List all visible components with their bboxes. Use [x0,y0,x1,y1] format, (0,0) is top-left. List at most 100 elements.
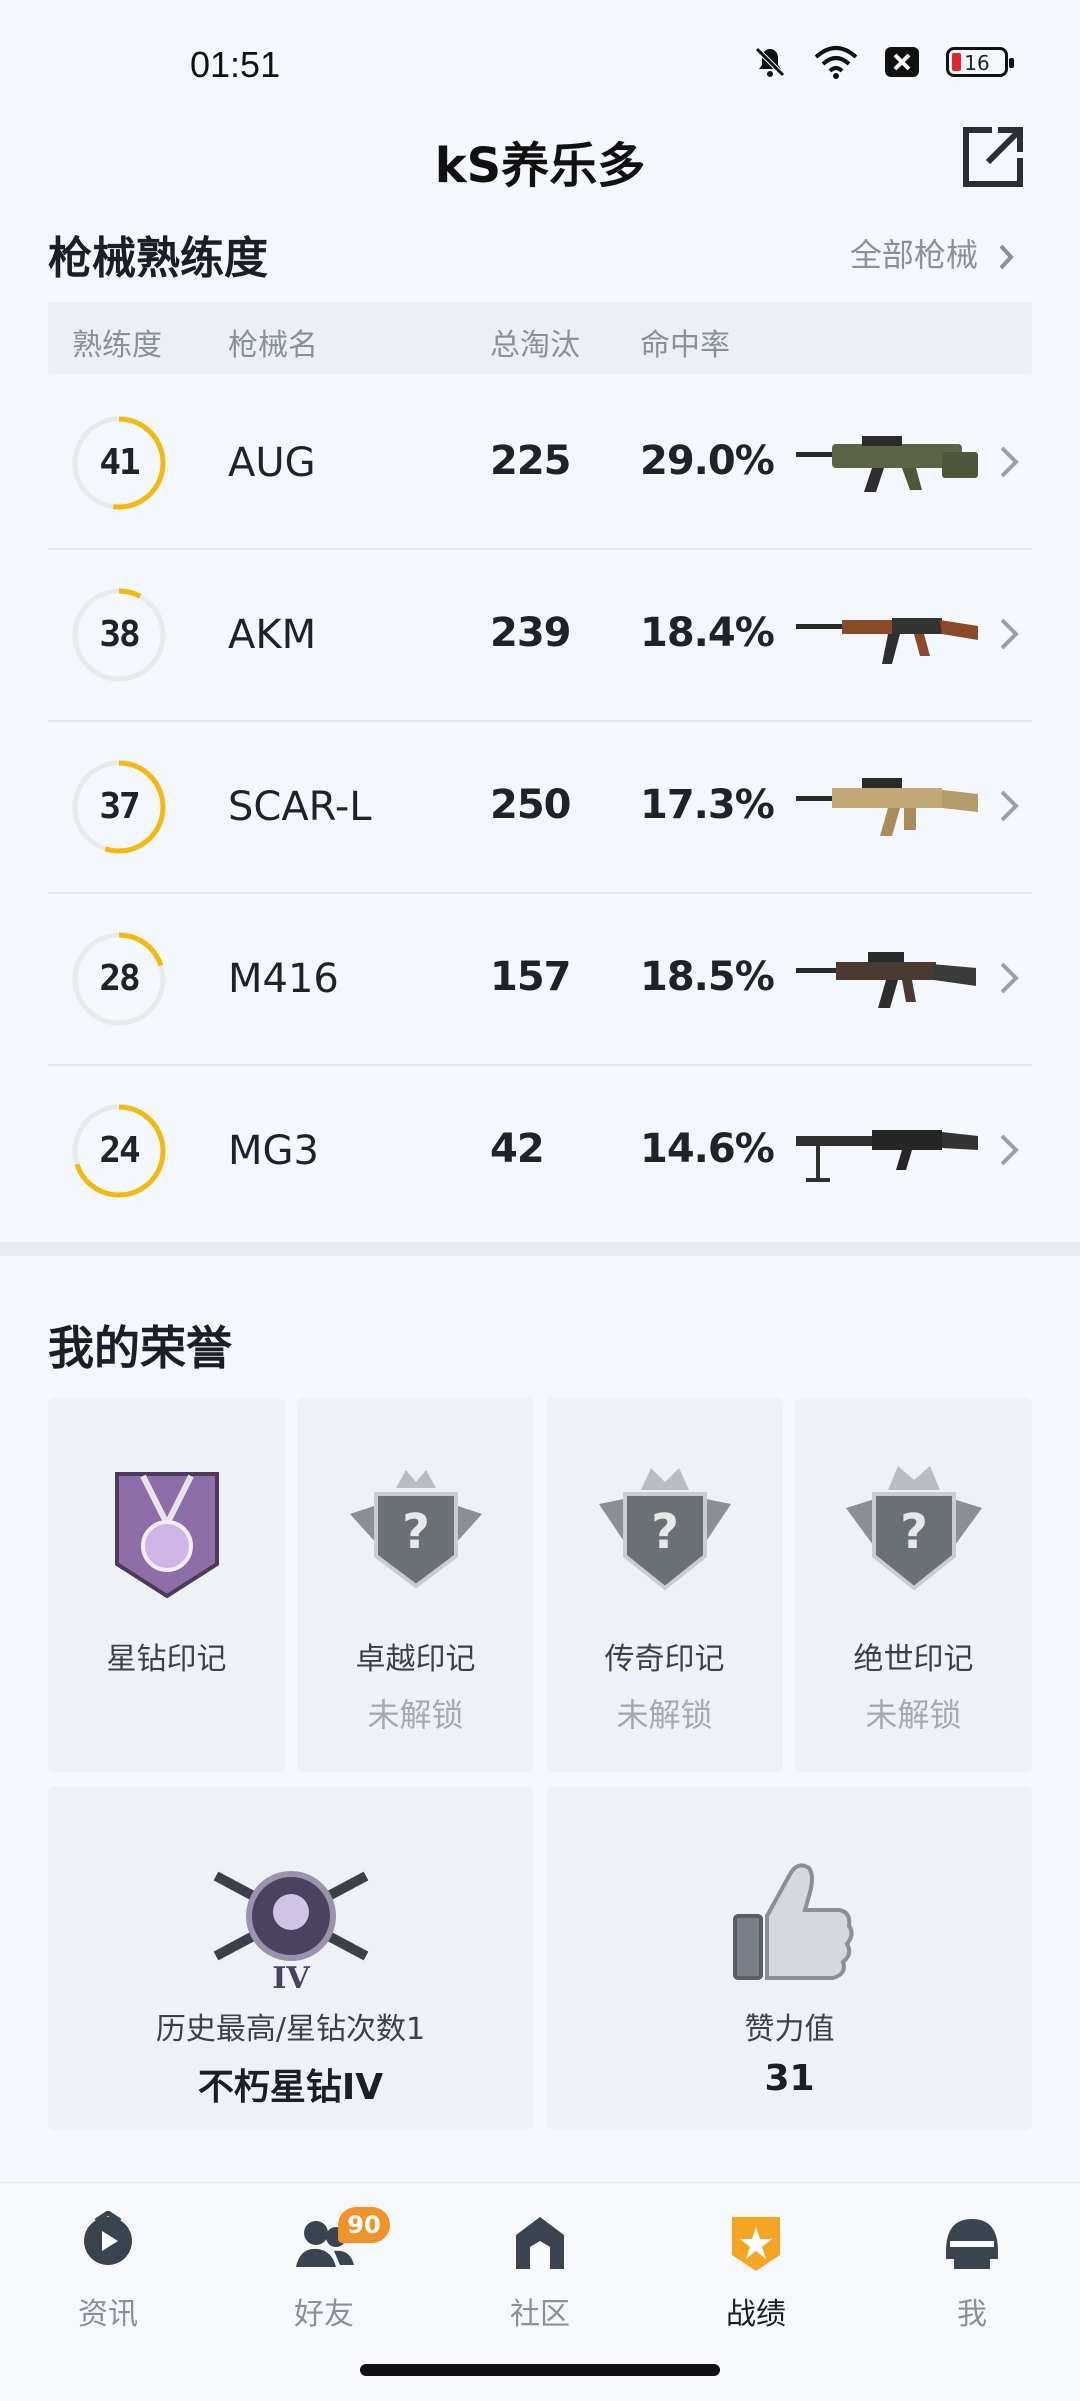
nav-item-me[interactable]: 我 [902,2211,1042,2333]
svg-text:?: ? [402,1504,430,1560]
locked-emblem-icon: ? [845,1466,982,1591]
weapon-row[interactable]: 24 MG3 42 14.6% [48,1066,1032,1236]
battery-level: 16 [964,51,990,75]
chevron-right-icon [1000,446,1019,478]
friends-badge: 90 [338,2207,390,2243]
honor-badge[interactable]: ? 传奇印记 未解锁 [546,1398,783,1772]
badge-state: 未解锁 [865,1696,962,1734]
mastery-level: 41 [99,442,140,483]
mastery-level: 24 [99,1130,140,1171]
nav-item-community[interactable]: 社区 [470,2211,610,2333]
weapon-kills: 42 [490,1126,545,1172]
locked-emblem-icon: ? [349,1470,482,1589]
weapon-row[interactable]: 28 M416 157 18.5% [48,894,1032,1066]
honor-badges: 星钻印记 ? 卓越印记 未解锁 ? 传奇印记 未解锁 ? 绝世印记 未解锁 [48,1398,1032,1772]
weapon-kills: 239 [490,610,571,656]
page-title: kS养乐多 [434,138,646,194]
weapon-name: SCAR-L [228,784,372,830]
badge-name: 卓越印记 [355,1642,476,1677]
weapon-kills: 250 [490,782,571,828]
weapon-accuracy: 18.4% [640,610,775,656]
mastery-ring: 41 [70,414,168,512]
aug-rifle-icon [796,436,978,492]
svg-text:?: ? [651,1504,679,1560]
news-icon [84,2211,132,2265]
locked-emblem-icon: ? [598,1468,731,1591]
chevron-right-icon [1000,618,1019,650]
nav-label: 资讯 [78,2297,138,2332]
col-level: 熟练度 [72,328,162,363]
chevron-right-icon [999,244,1014,270]
home-indicator[interactable] [360,2364,720,2376]
honor-badge[interactable]: ? 卓越印记 未解锁 [297,1398,534,1772]
nav-label: 战绩 [726,2297,786,2332]
weapon-name: AUG [228,440,316,486]
mute-icon [752,44,788,80]
star-diamond-medal-icon [114,1472,219,1599]
nav-label: 我 [957,2297,987,2332]
community-icon [516,2217,564,2269]
rank-label: 历史最高/星钻次数1 [155,2012,426,2047]
m416-rifle-icon [796,952,976,1008]
record-icon [732,2217,780,2271]
weapon-mastery-title: 枪械熟练度 [48,233,268,284]
col-name: 枪械名 [228,328,318,363]
section-divider [0,1242,1080,1256]
weapon-row[interactable]: 37 SCAR-L 250 17.3% [48,722,1032,894]
akm-rifle-icon [796,618,978,664]
profile-helmet-icon [946,2219,998,2269]
badge-state: 未解锁 [616,1696,713,1734]
chevron-right-icon [1000,1134,1019,1166]
weapon-row[interactable]: 41 AUG 225 29.0% [48,378,1032,550]
col-kills: 总淘汰 [490,328,580,363]
weapon-list: 41 AUG 225 29.0% 38 AKM 239 18.4% 37 SCA… [48,378,1032,1236]
weapon-kills: 157 [490,954,571,1000]
badge-state: 未解锁 [367,1696,464,1734]
weapon-name: M416 [228,956,339,1002]
page-header: kS养乐多 [0,110,1080,210]
view-all-weapons-link[interactable]: 全部枪械 [850,230,1018,276]
weapon-accuracy: 18.5% [640,954,775,1000]
nav-label: 社区 [510,2297,570,2332]
mastery-level: 28 [99,958,140,999]
status-time: 01:51 [190,44,281,85]
weapon-accuracy: 14.6% [640,1126,775,1172]
svg-text:IV: IV [272,1961,310,1996]
honor-badge[interactable]: 星钻印记 [48,1398,285,1772]
weapon-kills: 225 [490,438,571,484]
likes-card[interactable]: 赞力值 31 [547,1786,1032,2130]
nav-item-record[interactable]: 战绩 [686,2211,826,2333]
mastery-level: 38 [99,614,140,655]
mastery-ring: 38 [70,586,168,684]
mg3-gun-icon [796,1130,978,1182]
mastery-ring: 28 [70,930,168,1028]
badge-name: 星钻印记 [106,1642,227,1677]
weapon-name: MG3 [228,1128,319,1174]
badge-name: 绝世印记 [853,1642,974,1677]
honor-badge[interactable]: ? 绝世印记 未解锁 [795,1398,1032,1772]
rank-emblem-icon: IV [213,1871,368,1996]
scar-rifle-icon [796,778,978,836]
weapon-row[interactable]: 38 AKM 239 18.4% [48,550,1032,722]
likes-value: 31 [764,2058,815,2099]
weapon-table-header: 熟练度 枪械名 总淘汰 命中率 [48,302,1032,374]
battery-icon: 16 [946,47,1014,77]
nav-label: 好友 [294,2297,354,2332]
honor-cards: IV 历史最高/星钻次数1 不朽星钻IV 赞力值 31 [48,1786,1032,2130]
likes-label: 赞力值 [744,2012,835,2047]
col-accuracy: 命中率 [640,328,730,363]
honors-title: 我的荣誉 [48,1321,232,1375]
badge-name: 传奇印记 [604,1642,725,1677]
weapon-accuracy: 17.3% [640,782,775,828]
chevron-right-icon [1000,962,1019,994]
highest-rank-card[interactable]: IV 历史最高/星钻次数1 不朽星钻IV [48,1786,533,2130]
mastery-ring: 37 [70,758,168,856]
svg-text:?: ? [900,1504,928,1560]
wifi-icon [814,45,858,79]
mastery-level: 37 [99,786,140,827]
chevron-right-icon [1000,790,1019,822]
close-notification-icon [884,46,920,78]
share-icon[interactable] [958,122,1028,192]
nav-item-news[interactable]: 资讯 [38,2211,178,2333]
nav-item-friends[interactable]: 90 好友 [254,2207,394,2333]
